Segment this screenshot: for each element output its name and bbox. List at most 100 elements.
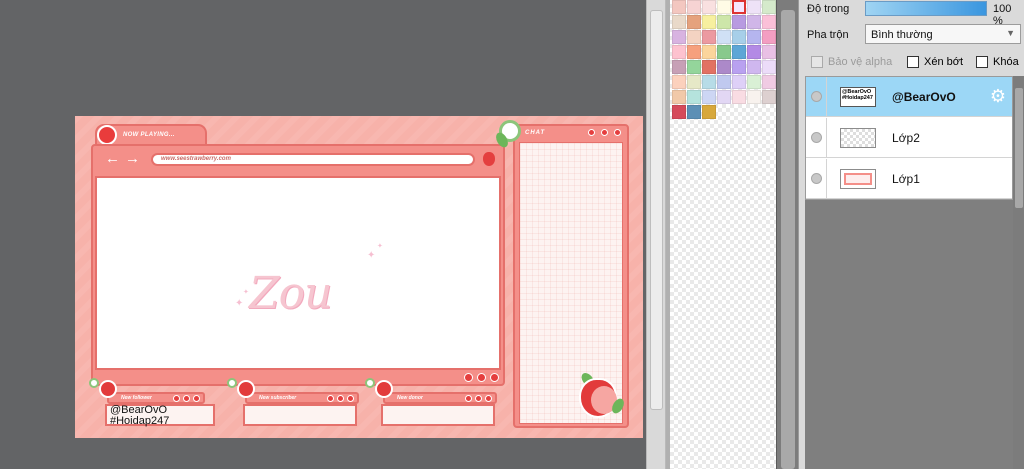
layer-item-lop2[interactable]: Lớp2 (806, 118, 1012, 158)
palette-scrollbar[interactable] (776, 0, 798, 469)
layer-thumbnail (840, 128, 876, 148)
panel-label: New donor (397, 395, 423, 401)
color-swatch[interactable] (762, 30, 776, 44)
color-swatch[interactable] (702, 30, 716, 44)
color-swatch[interactable] (672, 30, 686, 44)
circle-icon (327, 395, 334, 402)
color-swatch[interactable] (747, 0, 761, 14)
color-swatch[interactable] (687, 30, 701, 44)
scrollbar-thumb[interactable] (781, 10, 795, 469)
thumbnail-art (844, 173, 872, 185)
clipping-option[interactable]: Xén bớt (907, 56, 963, 68)
canvas-area[interactable]: NOW PLAYING... ← → www.seestrawberry.com… (0, 0, 646, 469)
clipping-checkbox[interactable] (907, 56, 919, 68)
color-swatch[interactable] (732, 15, 746, 29)
color-swatch[interactable] (732, 0, 746, 14)
color-swatch[interactable] (702, 90, 716, 104)
color-swatch[interactable] (702, 45, 716, 59)
layer-thumbnail (840, 169, 876, 189)
circle-icon (464, 373, 473, 382)
divider (826, 159, 827, 199)
blend-mode-select[interactable]: Bình thường ▼ (865, 24, 1021, 44)
color-swatch[interactable] (732, 75, 746, 89)
lock-checkbox[interactable] (976, 56, 988, 68)
color-palette-panel (670, 0, 776, 469)
color-swatch[interactable] (672, 105, 686, 119)
scrollbar-thumb[interactable] (650, 10, 663, 410)
panel-label: New subscriber (259, 395, 297, 401)
color-swatch[interactable] (747, 75, 761, 89)
color-swatch[interactable] (717, 15, 731, 29)
color-swatch[interactable] (747, 15, 761, 29)
scrollbar-thumb[interactable] (1015, 88, 1023, 208)
color-swatch[interactable] (762, 0, 776, 14)
color-swatch[interactable] (702, 60, 716, 74)
layer-scrollbar[interactable] (1013, 76, 1024, 469)
color-swatch[interactable] (762, 60, 776, 74)
color-swatch[interactable] (687, 75, 701, 89)
color-swatch[interactable] (672, 60, 686, 74)
thumbnail-line: #Hoidap247 (842, 95, 873, 101)
color-swatch[interactable] (732, 30, 746, 44)
circle-icon (193, 395, 200, 402)
color-swatch[interactable] (687, 60, 701, 74)
color-swatch[interactable] (672, 90, 686, 104)
layer-thumbnail: @BearOvO #Hoidap247 (840, 87, 876, 107)
color-swatch[interactable] (747, 90, 761, 104)
visibility-icon[interactable] (811, 173, 822, 184)
canvas-scrollbar[interactable] (646, 0, 666, 469)
visibility-icon[interactable] (811, 132, 822, 143)
blend-mode-value: Bình thường (871, 29, 933, 41)
strawberry-icon (99, 380, 117, 398)
color-swatch[interactable] (762, 15, 776, 29)
color-swatch[interactable] (747, 60, 761, 74)
color-swatch[interactable] (747, 45, 761, 59)
color-swatch[interactable] (702, 105, 716, 119)
color-swatch[interactable] (762, 45, 776, 59)
color-swatch[interactable] (717, 0, 731, 14)
color-swatch[interactable] (732, 60, 746, 74)
color-swatch[interactable] (687, 0, 701, 14)
color-swatch[interactable] (747, 30, 761, 44)
color-swatch[interactable] (717, 60, 731, 74)
opacity-slider[interactable] (865, 1, 987, 16)
color-swatch[interactable] (762, 90, 776, 104)
artwork[interactable]: NOW PLAYING... ← → www.seestrawberry.com… (75, 116, 643, 438)
color-swatch[interactable] (687, 15, 701, 29)
color-swatch[interactable] (672, 45, 686, 59)
color-swatch[interactable] (687, 45, 701, 59)
protect-alpha-label: Bảo vệ alpha (828, 56, 893, 68)
circle-icon (601, 129, 608, 136)
color-swatch[interactable] (687, 105, 701, 119)
panel-header: New donor (383, 392, 497, 404)
color-swatch[interactable] (717, 45, 731, 59)
color-swatch[interactable] (672, 15, 686, 29)
chevron-down-icon: ▼ (1006, 28, 1015, 38)
color-swatch[interactable] (732, 45, 746, 59)
color-swatch[interactable] (672, 0, 686, 14)
color-swatch[interactable] (672, 75, 686, 89)
layer-item-bearovo[interactable]: @BearOvO #Hoidap247 @BearOvO ⚙ (806, 77, 1012, 117)
circle-icon (173, 395, 180, 402)
flower-icon (89, 378, 99, 388)
window-controls (588, 129, 621, 136)
circle-icon (465, 395, 472, 402)
protect-alpha-option: Bảo vệ alpha (811, 56, 892, 68)
circle-icon (337, 395, 344, 402)
color-swatch[interactable] (732, 90, 746, 104)
color-swatch[interactable] (702, 15, 716, 29)
color-swatch[interactable] (762, 75, 776, 89)
gear-icon[interactable]: ⚙ (990, 86, 1006, 106)
layer-item-lop1[interactable]: Lớp1 (806, 159, 1012, 199)
color-swatch[interactable] (702, 75, 716, 89)
color-swatch[interactable] (702, 0, 716, 14)
chat-label: CHAT (525, 130, 546, 136)
visibility-icon[interactable] (811, 91, 822, 102)
color-swatch[interactable] (717, 75, 731, 89)
strawberry-icon (237, 380, 255, 398)
color-swatch[interactable] (687, 90, 701, 104)
panel-header: New follower (107, 392, 205, 404)
color-swatch[interactable] (717, 90, 731, 104)
lock-option[interactable]: Khóa (976, 56, 1019, 68)
color-swatch[interactable] (717, 30, 731, 44)
